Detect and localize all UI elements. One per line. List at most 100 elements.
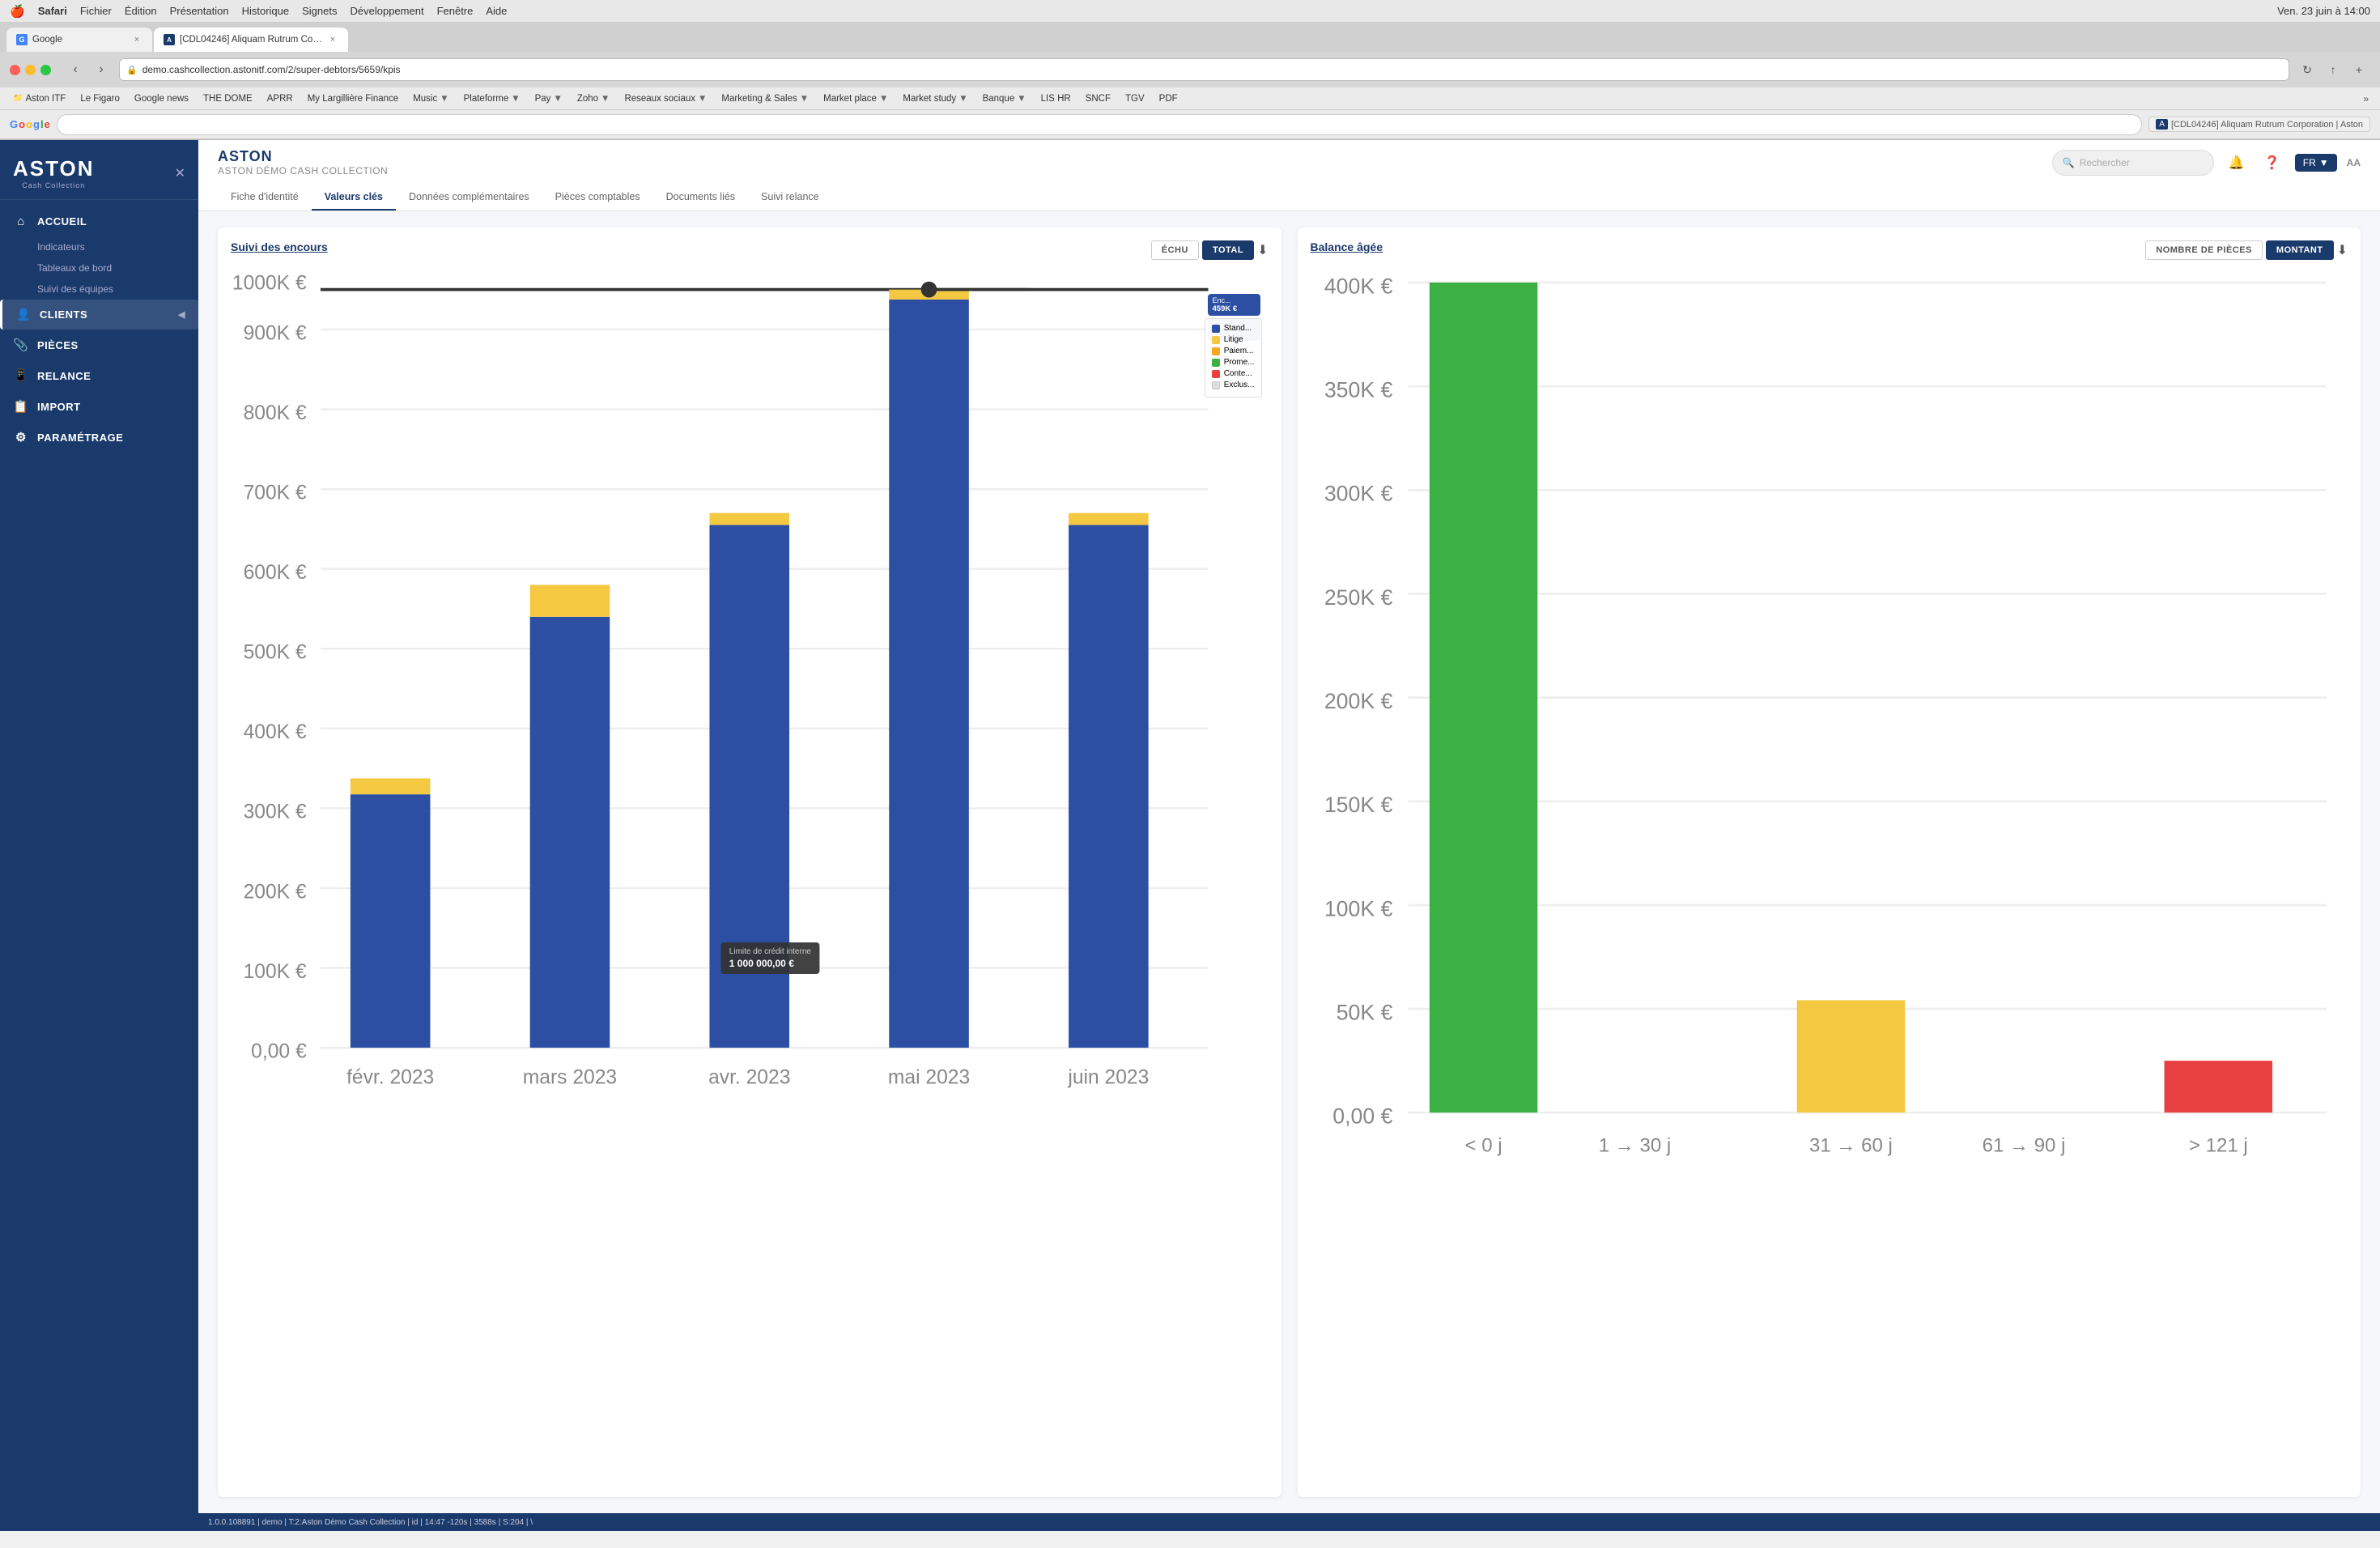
legend-standard-dot	[1212, 325, 1220, 333]
bar-juin-yellow	[1069, 513, 1149, 525]
browser-tab-aston[interactable]: A [CDL04246] Aliquam Rutrum Corporation …	[154, 28, 348, 52]
forward-button[interactable]: ›	[90, 58, 113, 81]
total-button[interactable]: TOTAL	[1202, 240, 1254, 260]
back-button[interactable]: ‹	[64, 58, 87, 81]
sidebar-item-label-parametrage: PARAMÉTRAGE	[37, 432, 123, 444]
bookmark-aprr[interactable]: APRR	[261, 92, 300, 105]
menu-developpement[interactable]: Développement	[351, 5, 424, 17]
bookmark-pdf[interactable]: PDF	[1153, 92, 1184, 105]
maximize-button[interactable]	[40, 65, 51, 75]
legend-paiement: Paiem...	[1212, 347, 1255, 355]
bookmark-marketstudy[interactable]: Market study ▼	[896, 92, 974, 105]
bookmark-music[interactable]: Music ▼	[406, 92, 455, 105]
font-size-button[interactable]: AA	[2347, 157, 2361, 168]
bookmark-thedome[interactable]: THE DOME	[197, 92, 259, 105]
bookmark-aston[interactable]: 📁 Aston ITF	[6, 92, 72, 105]
tab-close-aston[interactable]: ×	[327, 34, 338, 45]
add-tab-button[interactable]: +	[2348, 58, 2370, 81]
legend-promesse-label: Prome...	[1224, 358, 1255, 367]
bookmark-pay[interactable]: Pay ▼	[529, 92, 569, 105]
share-button[interactable]: ↑	[2322, 58, 2344, 81]
svg-text:61 → 90 j: 61 → 90 j	[1982, 1134, 2065, 1156]
browser-tab-google[interactable]: G Google ×	[6, 28, 152, 52]
tab-title-aston: [CDL04246] Aliquam Rutrum Corporation | …	[180, 35, 322, 45]
svg-text:< 0 j: < 0 j	[1464, 1134, 1502, 1156]
help-button[interactable]: ❓	[2259, 150, 2285, 176]
menu-safari[interactable]: Safari	[38, 5, 67, 17]
menu-fenetre[interactable]: Fenêtre	[437, 5, 474, 17]
sidebar-item-import[interactable]: 📋 IMPORT	[0, 391, 198, 422]
url-text: demo.cashcollection.astonitf.com/2/super…	[142, 64, 401, 75]
sidebar-item-label-import: IMPORT	[37, 401, 81, 413]
minimize-button[interactable]	[25, 65, 36, 75]
chart1-download-button[interactable]: ⬇	[1257, 242, 1268, 258]
bookmark-tgv[interactable]: TGV	[1119, 92, 1151, 105]
tab-nav: Fiche d'identité Valeurs clés Données co…	[218, 180, 2361, 211]
echu-button[interactable]: ÉCHU	[1151, 240, 1199, 260]
logo-main: ASTON	[13, 156, 95, 181]
tab-donnees-complementaires[interactable]: Données complémentaires	[396, 185, 542, 211]
montant-button[interactable]: MONTANT	[2266, 240, 2334, 260]
menu-aide[interactable]: Aide	[486, 5, 507, 17]
nombre-pieces-button[interactable]: NOMBRE DE PIÈCES	[2145, 240, 2263, 260]
menu-presentation[interactable]: Présentation	[170, 5, 229, 17]
browser-nav[interactable]: ‹ ›	[64, 58, 113, 81]
svg-text:200K €: 200K €	[1324, 689, 1392, 713]
menu-fichier[interactable]: Fichier	[80, 5, 112, 17]
close-button[interactable]	[10, 65, 20, 75]
reload-button[interactable]: ↻	[2296, 58, 2318, 81]
sidebar-close-button[interactable]: ✕	[175, 165, 185, 181]
menu-edition[interactable]: Édition	[125, 5, 157, 17]
mac-menu-left[interactable]: 🍎 Safari Fichier Édition Présentation Hi…	[10, 4, 507, 19]
sidebar-item-parametrage[interactable]: ⚙ PARAMÉTRAGE	[0, 422, 198, 453]
bookmark-zoho[interactable]: Zoho ▼	[571, 92, 617, 105]
sidebar-item-accueil[interactable]: ⌂ ACCUEIL	[0, 206, 198, 236]
svg-text:mars 2023: mars 2023	[523, 1066, 617, 1088]
bookmark-largilliere[interactable]: My Largillière Finance	[301, 92, 406, 105]
header-right: 🔍 Rechercher 🔔 ❓ FR ▼ AA	[2052, 150, 2361, 176]
apple-menu[interactable]: 🍎	[10, 4, 25, 19]
bookmark-lishr[interactable]: LIS HR	[1035, 92, 1077, 105]
notification-bell-button[interactable]: 🔔	[2224, 150, 2250, 176]
language-button[interactable]: FR ▼	[2295, 154, 2337, 172]
tab-documents-lies[interactable]: Documents liés	[653, 185, 748, 211]
legend-paiement-dot	[1212, 347, 1220, 355]
sidebar-item-relance[interactable]: 📱 RELANCE	[0, 360, 198, 391]
bookmark-marketplace[interactable]: Market place ▼	[817, 92, 895, 105]
sidebar-logo: ASTON Cash Collection	[13, 156, 95, 189]
bookmark-sncf[interactable]: SNCF	[1079, 92, 1117, 105]
bookmark-plateforme[interactable]: Plateforme ▼	[457, 92, 527, 105]
bookmark-banque[interactable]: Banque ▼	[976, 92, 1033, 105]
url-bar[interactable]: 🔒 demo.cashcollection.astonitf.com/2/sup…	[119, 58, 2289, 81]
sidebar-sub-tableaux[interactable]: Tableaux de bord	[0, 257, 198, 279]
sidebar-item-clients[interactable]: 👤 CLIENTS ◀	[0, 300, 198, 330]
app-brand: ASTON	[218, 148, 388, 165]
sidebar-sub-indicateurs[interactable]: Indicateurs	[0, 236, 198, 257]
bookmark-figaro[interactable]: Le Figaro	[74, 92, 126, 105]
header-search-bar[interactable]: 🔍 Rechercher	[2052, 150, 2214, 176]
app-header: ASTON ASTON DÉMO CASH COLLECTION 🔍 Reche…	[198, 140, 2380, 211]
tab-fiche-identite[interactable]: Fiche d'identité	[218, 185, 312, 211]
chart2-download-button[interactable]: ⬇	[2337, 242, 2348, 258]
tab-close-google[interactable]: ×	[131, 34, 142, 45]
tab-suivi-relance[interactable]: Suivi relance	[748, 185, 832, 211]
menu-signets[interactable]: Signets	[302, 5, 337, 17]
google-search-input[interactable]	[57, 114, 2142, 135]
menu-historique[interactable]: Historique	[242, 5, 290, 17]
bookmark-googlenews[interactable]: Google news	[128, 92, 195, 105]
page-content: Suivi des encours ÉCHU TOTAL ⬇ 0,00 € 10…	[198, 211, 2380, 1513]
tab-valeurs-cles[interactable]: Valeurs clés	[312, 185, 396, 211]
suivi-encours-panel: Suivi des encours ÉCHU TOTAL ⬇ 0,00 € 10…	[218, 228, 1281, 1497]
pieces-icon: 📎	[13, 338, 29, 352]
bookmarks-more[interactable]: »	[2358, 91, 2374, 106]
traffic-lights[interactable]	[10, 65, 51, 75]
sidebar-item-pieces[interactable]: 📎 PIÈCES	[0, 330, 198, 360]
bookmark-marketing[interactable]: Marketing & Sales ▼	[715, 92, 815, 105]
bookmark-reseaux[interactable]: Reseaux sociaux ▼	[618, 92, 713, 105]
chart1-title[interactable]: Suivi des encours	[231, 240, 328, 253]
sidebar-sub-suivi-equipes[interactable]: Suivi des équipes	[0, 279, 198, 300]
tab-pieces-comptables[interactable]: Pièces comptables	[542, 185, 653, 211]
main-content: ASTON ASTON DÉMO CASH COLLECTION 🔍 Reche…	[198, 140, 2380, 1531]
chart2-title[interactable]: Balance âgée	[1311, 240, 1383, 253]
gear-icon: ⚙	[13, 430, 29, 444]
